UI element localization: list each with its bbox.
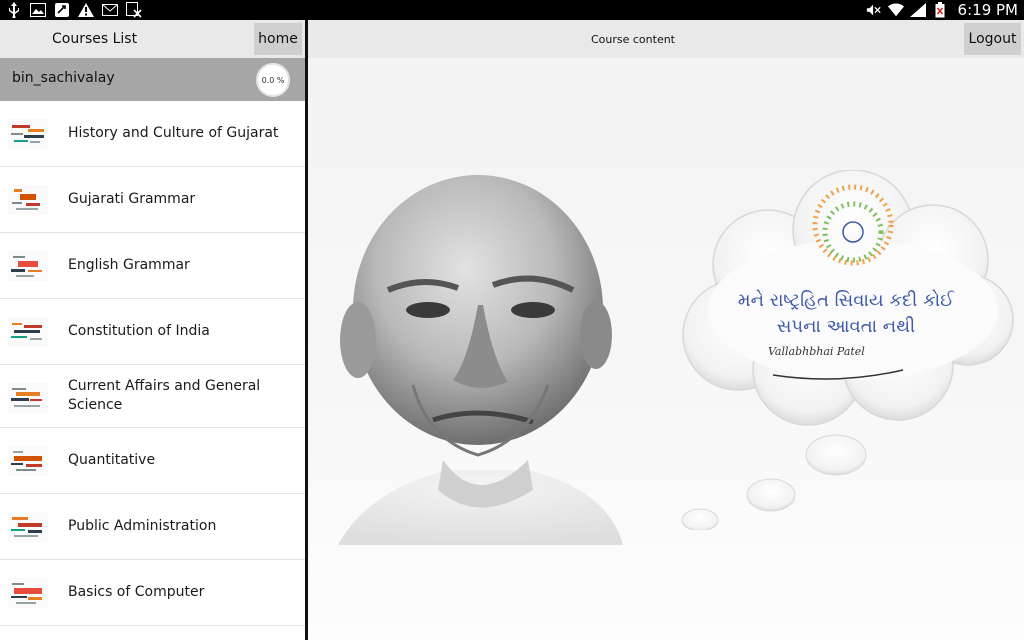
course-label: History and Culture of Gujarat	[68, 125, 279, 141]
courses-list-title: Courses List	[52, 31, 138, 47]
course-label: Basics of Computer	[68, 584, 205, 600]
course-item-history[interactable]: History and Culture of Gujarat	[0, 101, 305, 167]
content-header: Course content Logout	[308, 20, 1024, 58]
thumb-current-affairs-icon	[8, 383, 48, 413]
quote-line-2: સપના આવતા નથી	[776, 316, 916, 337]
thumb-history-icon	[8, 119, 48, 149]
course-item-public-administration[interactable]: Public Administration	[0, 494, 305, 560]
course-item-basics-of-computer[interactable]: Basics of Computer	[0, 560, 305, 626]
mute-icon	[866, 2, 882, 18]
status-bar: 6:19 PM	[0, 0, 1024, 20]
thumb-public-admin-icon	[8, 512, 48, 542]
thumb-computer-icon	[8, 578, 48, 608]
battery-icon	[932, 2, 948, 18]
thumb-english-icon	[8, 251, 48, 281]
user-name: bin_sachivalay	[12, 70, 115, 86]
course-item-gujarati-grammar[interactable]: Gujarati Grammar	[0, 167, 305, 233]
thumb-quantitative-icon	[8, 446, 48, 476]
excel-icon	[126, 2, 142, 18]
signature: Vallabhbhai Patel	[768, 345, 865, 358]
home-button[interactable]: home	[254, 23, 302, 55]
course-item-current-affairs[interactable]: Current Affairs and General Science	[0, 365, 305, 428]
thumb-gujarati-icon	[8, 185, 48, 215]
sync-icon	[54, 2, 70, 18]
course-label: Constitution of India	[68, 323, 210, 339]
clock: 6:19 PM	[957, 1, 1018, 19]
user-row[interactable]: bin_sachivalay 0.0 %	[0, 58, 305, 101]
course-item-constitution[interactable]: Constitution of India	[0, 299, 305, 365]
email-icon	[102, 2, 118, 18]
system-icons: 6:19 PM	[866, 0, 1018, 20]
courses-header: Courses List home	[0, 20, 305, 58]
wifi-icon	[887, 2, 904, 18]
course-label: English Grammar	[68, 257, 190, 273]
course-label: Gujarati Grammar	[68, 191, 196, 207]
course-label: Public Administration	[68, 518, 217, 534]
course-list: History and Culture of Gujarat Gujarati …	[0, 101, 305, 626]
quote-text: મને રાષ્ટ્રહિત સિવાય કદી કોઈ સપના આવતા ન…	[686, 288, 1006, 340]
warning-icon	[78, 2, 94, 18]
course-item-english-grammar[interactable]: English Grammar	[0, 233, 305, 299]
course-item-quantitative[interactable]: Quantitative	[0, 428, 305, 494]
course-content-title: Course content	[590, 33, 675, 46]
thumb-constitution-icon	[8, 317, 48, 347]
course-label: Quantitative	[68, 452, 156, 468]
progress-indicator: 0.0 %	[256, 63, 290, 97]
courses-panel: Courses List home bin_sachivalay 0.0 % H…	[0, 20, 305, 640]
portrait-image	[338, 175, 623, 545]
course-content-panel: Course content Logout મને રાષ્ટ્રહિત સિવ…	[308, 20, 1024, 640]
notification-icons	[6, 2, 142, 18]
quote-line-1: મને રાષ્ટ્રહિત સિવાય કદી કોઈ	[737, 290, 955, 311]
signal-icon	[909, 2, 926, 18]
logout-button[interactable]: Logout	[964, 23, 1021, 55]
usb-icon	[6, 2, 22, 18]
course-label: Current Affairs and General Science	[68, 378, 261, 413]
image-icon	[30, 2, 46, 18]
